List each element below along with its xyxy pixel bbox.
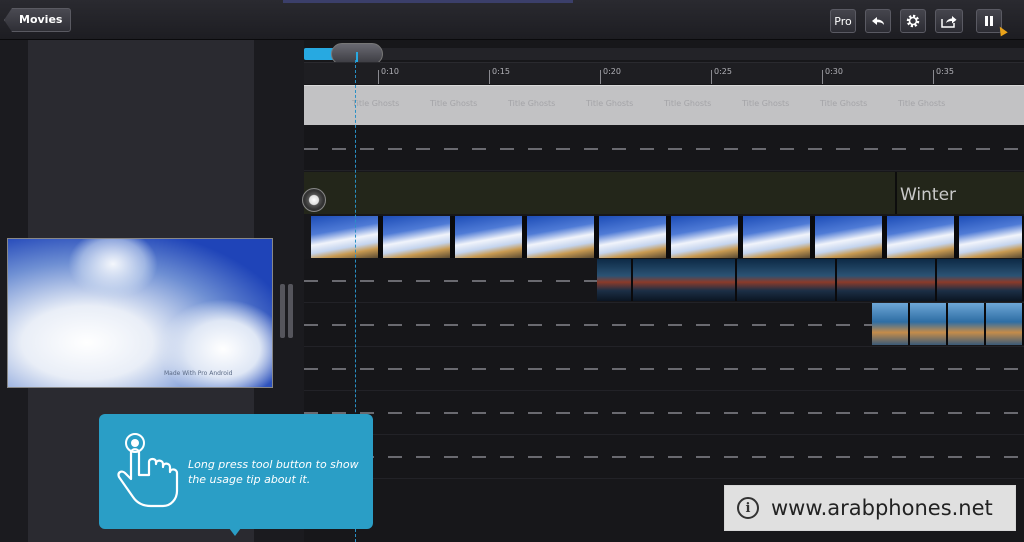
video-frame-thumbnail xyxy=(743,216,812,258)
ruler-tick xyxy=(378,70,379,84)
overlay-frame-thumbnail xyxy=(837,259,937,301)
lane-guide xyxy=(304,324,872,326)
ruler-tick xyxy=(600,70,601,84)
ruler-label: 0:10 xyxy=(381,67,399,76)
settings-button[interactable] xyxy=(900,9,926,33)
panel-resize-handle[interactable] xyxy=(278,284,296,338)
video-frame-thumbnail xyxy=(527,216,596,258)
time-ruler[interactable]: 0:10 0:15 0:20 0:25 0:30 0:35 xyxy=(304,62,1024,84)
site-watermark-banner: i www.arabphones.net xyxy=(724,485,1016,531)
usage-tip-pointer xyxy=(229,528,241,536)
overlay-frame-thumbnail xyxy=(737,259,837,301)
video-frame-thumbnail xyxy=(311,216,380,258)
overlay-frame-thumbnail xyxy=(633,259,737,301)
lane-guide xyxy=(304,368,1024,370)
ruler-label: 0:20 xyxy=(603,67,621,76)
photo-track[interactable] xyxy=(872,303,1024,345)
lane-guide xyxy=(304,456,1024,458)
scrubber-marker xyxy=(356,52,358,62)
pause-icon xyxy=(985,16,993,26)
scrubber-track[interactable] xyxy=(304,48,1024,60)
mouse-cursor-icon xyxy=(996,24,1008,37)
preview-watermark: Made With Pro Android xyxy=(164,370,233,377)
empty-track-lane[interactable] xyxy=(304,435,1024,479)
overlay-frame-thumbnail xyxy=(597,259,633,301)
usage-tip-popup: Long press tool button to show the usage… xyxy=(99,414,373,529)
info-icon: i xyxy=(737,497,759,519)
ruler-label: 0:25 xyxy=(714,67,732,76)
undo-icon xyxy=(872,17,884,25)
title-clip-label: Title Ghosts xyxy=(352,99,400,108)
ruler-tick xyxy=(933,70,934,84)
title-clip-label: Title Ghosts xyxy=(820,99,868,108)
share-button[interactable] xyxy=(935,9,963,33)
ruler-label: 0:30 xyxy=(825,67,843,76)
back-to-movies-button[interactable]: Movies xyxy=(4,8,72,32)
video-frame-thumbnail xyxy=(383,216,452,258)
photo-frame-thumbnail xyxy=(872,303,910,345)
title-track[interactable]: Title Ghosts Title Ghosts Title Ghosts T… xyxy=(304,85,1024,125)
music-clip-divider xyxy=(895,172,897,214)
video-track[interactable] xyxy=(311,216,1024,258)
app-window: Movies Pro Made With Pro Android 0:10 0:… xyxy=(0,0,1024,542)
undo-button[interactable] xyxy=(865,9,891,33)
top-toolbar: Movies Pro xyxy=(0,0,1024,40)
handle-grip xyxy=(288,284,293,338)
video-frame-thumbnail xyxy=(815,216,884,258)
handle-grip xyxy=(280,284,285,338)
overlay-video-track[interactable] xyxy=(597,259,1024,301)
title-clip-label: Title Ghosts xyxy=(664,99,712,108)
usage-tip-text: Long press tool button to show the usage… xyxy=(188,458,359,486)
tap-hand-icon xyxy=(117,433,179,508)
overlay-frame-thumbnail xyxy=(937,259,1024,301)
lane-guide xyxy=(304,148,1024,150)
ruler-tick xyxy=(711,70,712,84)
ruler-tick xyxy=(822,70,823,84)
video-frame-thumbnail xyxy=(671,216,740,258)
photo-frame-thumbnail xyxy=(910,303,948,345)
share-icon xyxy=(941,16,957,28)
lane-guide xyxy=(304,280,597,282)
video-frame-thumbnail xyxy=(599,216,668,258)
title-clip-label: Title Ghosts xyxy=(586,99,634,108)
video-frame-thumbnail xyxy=(887,216,956,258)
ruler-tick xyxy=(489,70,490,84)
title-clip-label: Title Ghosts xyxy=(508,99,556,108)
gear-icon xyxy=(906,14,920,28)
video-frame-thumbnail xyxy=(959,216,1024,258)
music-clip-label: Winter xyxy=(900,185,957,205)
empty-track-lane[interactable] xyxy=(304,391,1024,435)
title-clip-label: Title Ghosts xyxy=(430,99,478,108)
photo-frame-thumbnail xyxy=(986,303,1024,345)
empty-track-lane[interactable] xyxy=(304,127,1024,171)
preview-cloud xyxy=(68,239,158,299)
toolbar-accent-line xyxy=(283,0,573,3)
site-url: www.arabphones.net xyxy=(771,496,993,520)
photo-frame-thumbnail xyxy=(948,303,986,345)
empty-track-lane[interactable] xyxy=(304,347,1024,391)
lane-guide xyxy=(304,412,1024,414)
video-frame-thumbnail xyxy=(455,216,524,258)
ruler-label: 0:15 xyxy=(492,67,510,76)
title-clip-label: Title Ghosts xyxy=(742,99,790,108)
title-clip-label: Title Ghosts xyxy=(898,99,946,108)
video-preview[interactable]: Made With Pro Android xyxy=(7,238,273,388)
ruler-label: 0:35 xyxy=(936,67,954,76)
music-track-knob[interactable] xyxy=(302,188,326,212)
pro-button[interactable]: Pro xyxy=(830,9,856,33)
